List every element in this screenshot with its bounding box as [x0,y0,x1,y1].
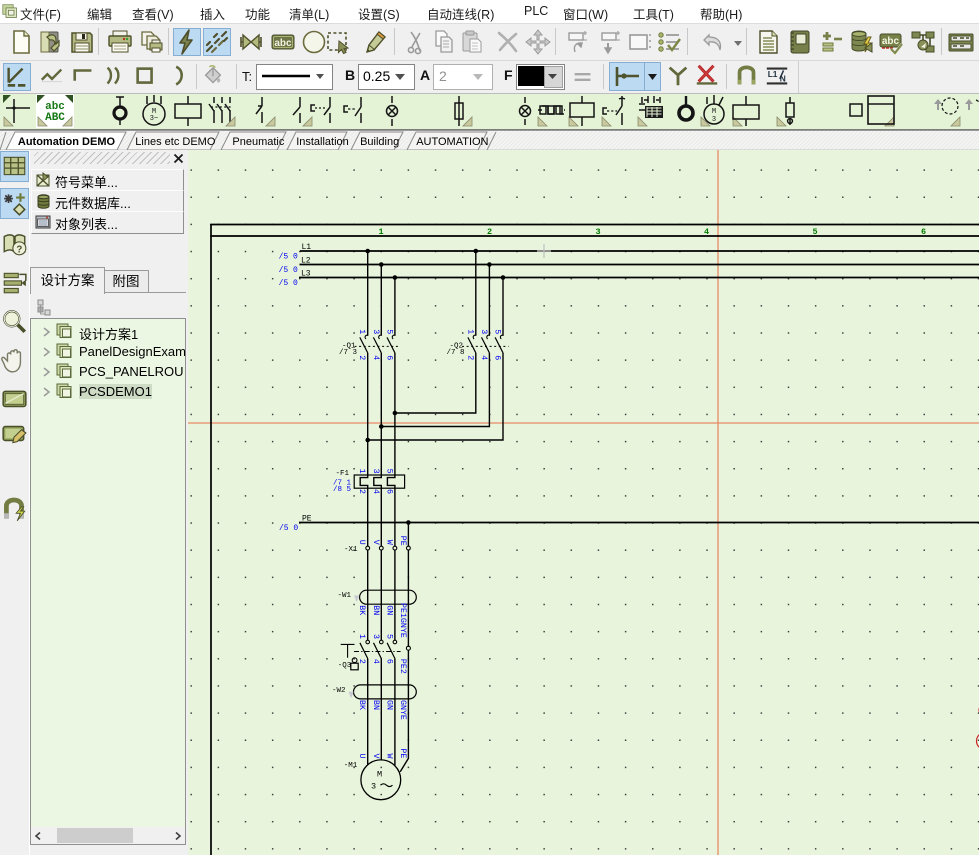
svg-text:4: 4 [371,355,380,360]
svg-text:N: N [780,74,786,84]
svg-text:BK: BK [357,700,366,710]
svg-text:PE1GNYE: PE1GNYE [398,603,407,638]
svg-text:/8 5: /8 5 [333,486,352,494]
svg-text:4: 4 [704,227,709,237]
svg-text:5: 5 [812,227,817,237]
svg-text:1: 1 [378,227,383,237]
svg-text:-W1: -W1 [338,592,352,600]
svg-text:Building: Building [360,136,399,148]
svg-text:6: 6 [493,355,502,360]
svg-text:1: 1 [465,329,474,334]
svg-text:M: M [377,770,382,780]
svg-text:BN: BN [371,700,380,710]
svg-text:/5 0: /5 0 [279,524,298,533]
svg-text:3: 3 [479,329,488,334]
svg-text:6: 6 [384,355,393,360]
svg-text:/5 0: /5 0 [279,252,298,261]
svg-text:1: 1 [357,469,366,474]
svg-text:BK: BK [357,605,366,615]
svg-text:5: 5 [384,634,393,639]
svg-text:4: 4 [371,489,380,494]
svg-text:L3: L3 [301,270,311,279]
svg-text:4: 4 [371,659,380,664]
svg-text:V: V [371,754,380,759]
svg-text:1: 1 [357,329,366,334]
svg-text:5: 5 [384,329,393,334]
svg-text:Lines etc DEMO: Lines etc DEMO [135,136,216,148]
svg-text:2: 2 [487,227,492,237]
svg-text:W: W [384,754,393,759]
svg-text:4: 4 [479,355,488,360]
svg-text:5: 5 [493,329,502,334]
svg-text:-Q3: -Q3 [338,662,352,670]
svg-text:2: 2 [357,355,366,360]
svg-text:V: V [371,540,380,545]
svg-text:?: ? [16,245,22,256]
svg-text:6: 6 [384,489,393,494]
svg-text:/5 0: /5 0 [279,266,298,275]
svg-text:3: 3 [712,116,716,124]
svg-text:BN: BN [371,605,380,615]
svg-text:U: U [357,540,366,545]
svg-text:Pneumatic: Pneumatic [232,136,284,148]
svg-text:6: 6 [921,227,926,237]
svg-text:L2: L2 [301,257,311,266]
svg-text:-F1: -F1 [336,470,350,478]
svg-text:GN: GN [384,605,393,615]
svg-text:-M1: -M1 [344,762,358,770]
svg-text:3: 3 [595,227,600,237]
svg-text:W: W [384,540,393,545]
svg-text:2: 2 [357,659,366,664]
svg-text:3: 3 [371,329,380,334]
svg-text:PE2: PE2 [398,659,407,674]
svg-text:3: 3 [371,782,376,792]
svg-text:GN: GN [384,700,393,710]
svg-text:Automation DEMO: Automation DEMO [18,136,116,148]
svg-text:GNYE: GNYE [398,700,407,720]
svg-text:3: 3 [371,634,380,639]
svg-text:5: 5 [384,469,393,474]
svg-text:U: U [357,754,366,759]
svg-text:PE: PE [398,748,407,758]
svg-text:2: 2 [357,489,366,494]
svg-text:L1: L1 [302,243,312,252]
svg-text:abc: abc [274,38,292,49]
svg-text:3: 3 [371,469,380,474]
svg-text:/5 0: /5 0 [279,279,298,288]
svg-text:PE: PE [302,514,312,523]
svg-text:/7 3: /7 3 [339,349,358,357]
svg-text:M: M [712,108,716,116]
svg-text:6: 6 [384,659,393,664]
svg-text:-W2: -W2 [332,687,346,695]
svg-text:Installation: Installation [296,136,349,148]
svg-text:3~: 3~ [150,115,158,123]
svg-text:1: 1 [357,634,366,639]
svg-text:PE: PE [398,536,407,546]
svg-text:/7 8: /7 8 [447,349,465,357]
svg-text:AUTOMATION: AUTOMATION [416,136,488,148]
svg-text:L1: L1 [768,69,778,79]
svg-text:ABC: ABC [45,112,65,124]
svg-text:abc: abc [882,36,900,47]
svg-text:-X1: -X1 [344,546,358,554]
svg-text:2: 2 [465,355,474,360]
